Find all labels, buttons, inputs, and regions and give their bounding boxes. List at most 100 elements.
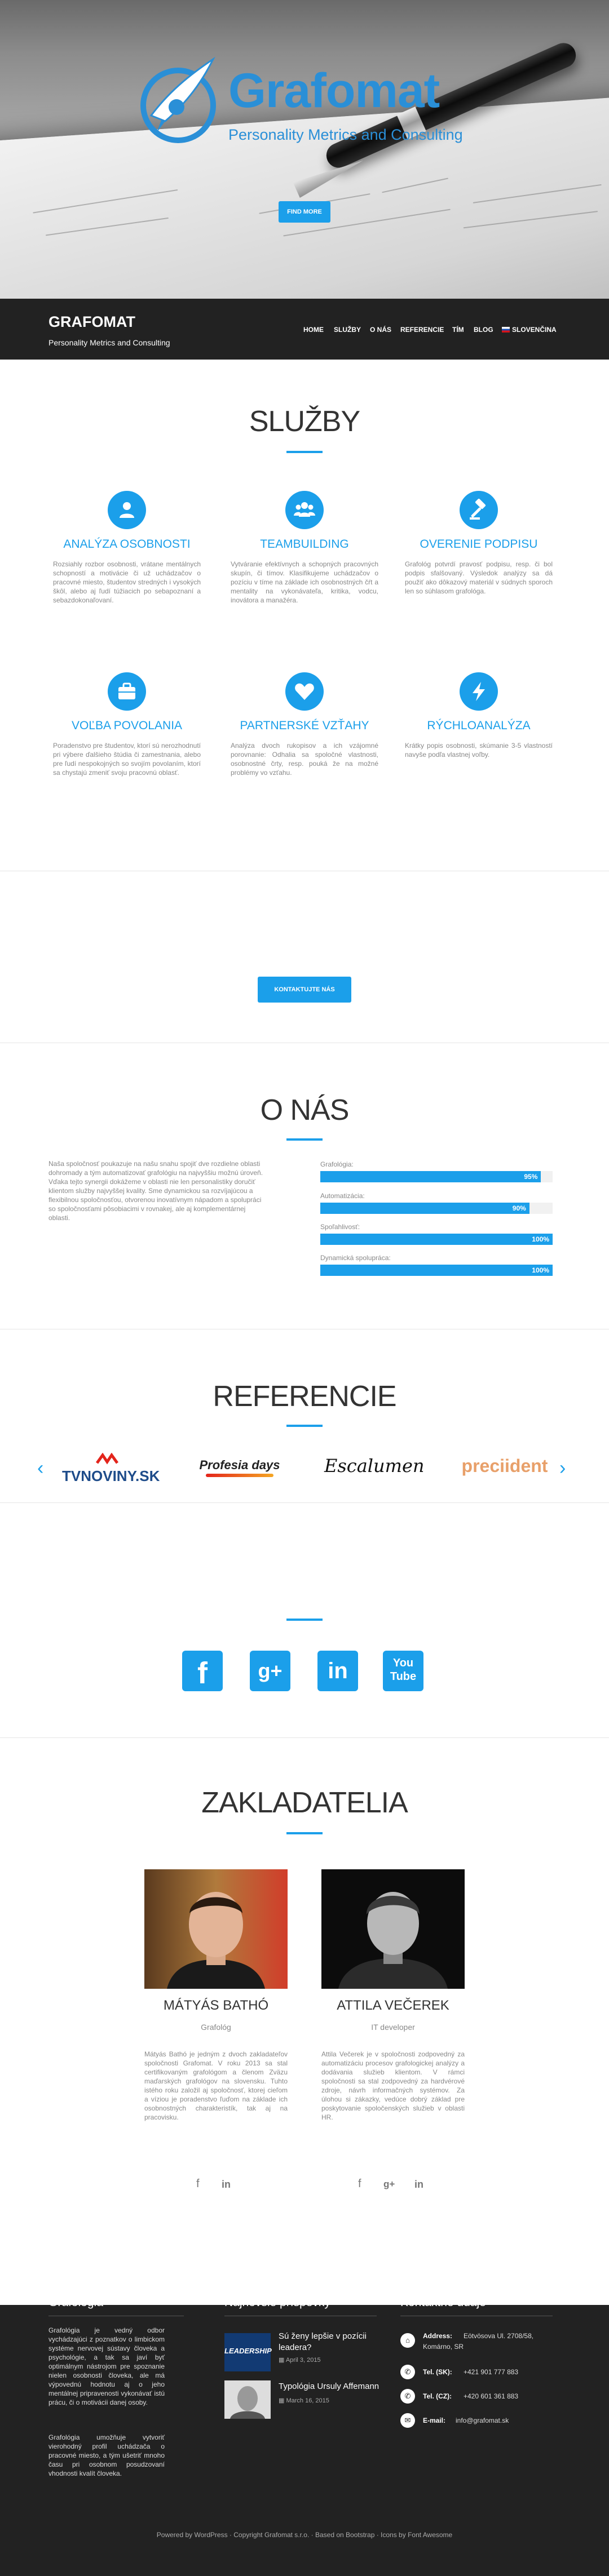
- nav-blog[interactable]: BLOG: [474, 326, 493, 334]
- founder-role: Grafológ: [201, 2023, 231, 2032]
- youtube-glyph: You Tube: [390, 1657, 417, 1683]
- linkedin-glyph: in: [328, 1659, 348, 1683]
- logo-tagline: Personality Metrics and Consulting: [228, 126, 463, 143]
- grafomat-logo-icon: [140, 56, 216, 143]
- skill-label: Dynamická spolupráca:: [320, 1254, 391, 1262]
- service-title: OVERENIE PODPISU: [420, 538, 538, 551]
- contact-us-button[interactable]: KONTAKTUJTE NÁS: [258, 977, 351, 1003]
- home-icon: ⌂: [400, 2333, 415, 2348]
- footer-text: Grafológia umožňuje vytvoriť vierohodný …: [48, 2433, 165, 2477]
- gavel-icon: [460, 491, 498, 529]
- post-title-link[interactable]: Typológia Ursuly Affemann: [279, 2381, 386, 2392]
- youtube-icon[interactable]: You Tube: [383, 1651, 423, 1691]
- contact-value: Eötvösova Ul. 2708/58,: [464, 2332, 534, 2340]
- footer-title-grafologia: Grafológia: [48, 2296, 103, 2309]
- service-text: Vytváranie efektívnych a schopných praco…: [231, 560, 378, 604]
- service-text: Grafológ potvrdí pravosť podpisu, resp. …: [405, 560, 553, 595]
- service-title: RÝCHLOANALÝZA: [427, 719, 531, 732]
- post-date: ▦ March 16, 2015: [279, 2397, 329, 2404]
- google-plus-glyph: g+: [258, 1659, 283, 1682]
- nav-home[interactable]: HOME: [303, 326, 324, 334]
- footer-text: Grafológia je vedný odbor vychádzajúci z…: [48, 2326, 165, 2406]
- skill-fill: 90%: [320, 1203, 529, 1214]
- founder-bio: Mátyás Bathó je jedným z dvoch zakladate…: [144, 2050, 288, 2121]
- section-divider: [0, 1502, 609, 1503]
- contact-label: Tel. (CZ):: [423, 2392, 452, 2400]
- about-title: O NÁS: [260, 1094, 350, 1127]
- facebook-icon[interactable]: f: [182, 1651, 223, 1691]
- nav-o-nas[interactable]: O NÁS: [370, 326, 391, 334]
- post-thumbnail[interactable]: [224, 2380, 271, 2419]
- footer-title-posts: Najnovšie príspevky: [224, 2296, 330, 2309]
- reference-logo-text: Escalumen: [324, 1455, 425, 1477]
- post-date: ▦ April 3, 2015: [279, 2357, 321, 2364]
- about-title-underline: [286, 1138, 323, 1141]
- user-icon: [108, 491, 146, 529]
- nav-referencie[interactable]: REFERENCIE: [400, 326, 444, 334]
- founders-title-underline: [286, 1832, 323, 1834]
- mail-icon: ✉: [400, 2413, 415, 2428]
- skill-track: 90%: [320, 1203, 553, 1214]
- reference-logo-profesia[interactable]: Profesia days: [195, 1457, 285, 1482]
- service-title: TEAMBUILDING: [260, 538, 349, 551]
- find-more-button[interactable]: FIND MORE: [279, 201, 330, 223]
- carousel-next-icon[interactable]: ›: [559, 1458, 566, 1478]
- facebook-glyph: f: [197, 1656, 208, 1690]
- profesia-swoosh-icon: [206, 1474, 273, 1477]
- phone-icon: ✆: [400, 2389, 415, 2404]
- language-label: SLOVENČINA: [512, 326, 557, 334]
- google-plus-icon[interactable]: g+: [250, 1651, 290, 1691]
- nav-sluzby[interactable]: SLUŽBY: [334, 326, 361, 334]
- contact-value: Komárno, SR: [423, 2343, 464, 2351]
- social-line: [286, 1619, 323, 1621]
- contact-value[interactable]: +420 601 361 883: [464, 2392, 518, 2400]
- contact-label: Address:: [423, 2332, 453, 2340]
- services-title-underline: [286, 451, 323, 453]
- contact-value[interactable]: info@grafomat.sk: [456, 2417, 509, 2424]
- founder-name: ATTILA VEČEREK: [337, 1998, 449, 2013]
- post-title-link[interactable]: Sú ženy lepšie v pozícii leadera?: [279, 2331, 380, 2353]
- skill-fill: 100%: [320, 1234, 553, 1245]
- contact-label: Tel. (SK):: [423, 2368, 452, 2376]
- linkedin-icon[interactable]: in: [317, 1651, 358, 1691]
- service-text: Krátky popis osobnosti, skúmanie 3-5 vla…: [405, 742, 553, 759]
- skill-track: 95%: [320, 1171, 553, 1182]
- about-text: Naša spoločnosť poukazuje na našu snahu …: [48, 1160, 263, 1222]
- bolt-icon: [460, 672, 498, 711]
- phone-icon: ✆: [400, 2365, 415, 2379]
- linkedin-icon[interactable]: in: [414, 2179, 423, 2191]
- skill-value: 100%: [532, 1235, 549, 1243]
- reference-logo-escalumen[interactable]: Escalumen: [324, 1453, 425, 1487]
- google-plus-icon[interactable]: g+: [383, 2179, 395, 2190]
- founders-title: ZAKLADATELIA: [201, 1786, 408, 1819]
- skill-track: 100%: [320, 1234, 553, 1245]
- carousel-prev-icon[interactable]: ‹: [37, 1458, 43, 1478]
- reference-logo-tvnoviny[interactable]: TVNOVINY.SK: [62, 1452, 160, 1487]
- skill-fill: 95%: [320, 1171, 541, 1182]
- contact-label: E-mail:: [423, 2417, 446, 2424]
- service-text: Poradenstvo pre študentov, ktorí sú nero…: [53, 742, 201, 777]
- services-title: SLUŽBY: [249, 405, 360, 438]
- brand-title[interactable]: GRAFOMAT: [48, 313, 135, 331]
- skill-label: Grafológia:: [320, 1160, 354, 1168]
- reference-logo-text: TVNOVINY.SK: [62, 1467, 160, 1484]
- nav-language[interactable]: SLOVENČINA: [502, 326, 557, 334]
- facebook-icon[interactable]: f: [196, 2178, 200, 2191]
- skill-value: 95%: [524, 1173, 538, 1181]
- post-thumbnail[interactable]: LEADERSHIP: [224, 2333, 272, 2371]
- nav-tim[interactable]: TÍM: [452, 326, 464, 334]
- reference-logo-preciident[interactable]: preciident: [457, 1452, 553, 1486]
- footer-title-contact: Kontaktné údaje: [400, 2296, 486, 2309]
- footer-copyright: Powered by WordPress · Copyright Grafoma…: [156, 2531, 453, 2539]
- paper-background: [0, 94, 609, 299]
- contact-value[interactable]: +421 901 777 883: [464, 2368, 518, 2376]
- facebook-icon[interactable]: f: [358, 2178, 361, 2191]
- founder-photo-bathó: [144, 1869, 288, 1989]
- references-title-underline: [286, 1425, 323, 1427]
- service-title: ANALÝZA OSOBNOSTI: [63, 538, 191, 551]
- section-divider: [0, 1737, 609, 1738]
- skill-fill: 100%: [320, 1265, 553, 1276]
- linkedin-icon[interactable]: in: [222, 2179, 231, 2191]
- skill-label: Automatizácia:: [320, 1192, 365, 1200]
- skill-track: 100%: [320, 1265, 553, 1276]
